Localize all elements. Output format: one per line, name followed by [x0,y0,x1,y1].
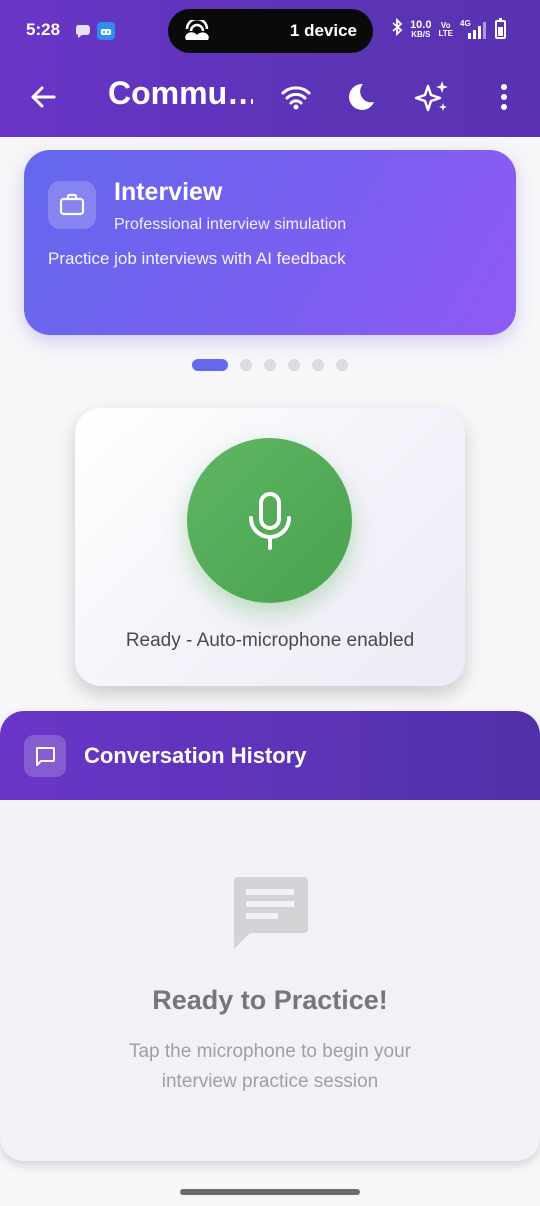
battery-icon [495,18,506,39]
chat-icon-box [24,735,66,777]
bluetooth-icon [391,17,403,41]
carousel-dot[interactable] [240,359,252,371]
dark-mode-button[interactable] [341,78,379,116]
ai-features-button[interactable] [413,78,451,116]
hotspot-device-count: 1 device [289,21,357,40]
interview-mode-card[interactable]: Interview Professional interview simulat… [24,150,516,335]
carousel-dot[interactable] [312,359,324,371]
system-indicators: 10.0 KB/S Vo LTE 4G [391,17,506,41]
volte-indicator: Vo LTE [438,21,453,38]
app-bar: Commu… [0,62,540,137]
mode-icon-box [48,181,96,229]
net-speed-unit: KB/S [411,30,431,39]
mode-subtitle: Professional interview simulation [114,216,347,233]
back-button[interactable] [26,80,60,114]
chat-bubble-icon [74,22,92,45]
moon-icon [349,83,374,110]
status-bar: 5:28 1 device 10.0 KB/S Vo LTE 4G [0,0,540,62]
history-header: Conversation History [0,711,540,800]
hotspot-icon [184,17,210,47]
android-app-icon [97,22,115,45]
signal-icon: 4G [460,19,488,40]
page-title: Commu… [108,75,253,111]
carousel-indicator [192,359,348,371]
wifi-button[interactable] [277,78,315,116]
empty-state-title: Ready to Practice! [152,985,388,1015]
carousel-dot[interactable] [264,359,276,371]
status-time: 5:28 [26,20,61,39]
microphone-button[interactable] [187,438,352,603]
conversation-history-panel: Conversation History Ready to Practice! … [0,711,540,1161]
wifi-icon [281,86,311,110]
more-options-button[interactable] [485,78,523,116]
empty-state-description: Tap the microphone to begin your intervi… [128,1041,411,1092]
top-bar: 5:28 1 device 10.0 KB/S Vo LTE 4G Commu… [0,0,540,137]
chat-icon [36,747,55,766]
mode-description: Practice job interviews with AI feedback [48,249,346,268]
microphone-card: Ready - Auto-microphone enabled [75,408,465,686]
microphone-status: Ready - Auto-microphone enabled [125,630,415,651]
volte-bottom: LTE [438,28,453,38]
carousel-dot[interactable] [288,359,300,371]
carousel-dot-active[interactable] [192,359,228,371]
microphone-icon [248,491,291,550]
arrow-left-icon [31,86,56,108]
net-speed: 10.0 KB/S [410,20,431,39]
briefcase-icon [59,193,85,216]
history-title: Conversation History [84,743,307,768]
mode-title: Interview [114,178,223,206]
more-vert-icon [501,84,507,110]
hotspot-indicator[interactable]: 1 device [168,9,373,53]
message-icon [230,873,310,958]
sparkles-icon [414,81,448,112]
home-indicator[interactable] [180,1189,360,1195]
carousel-dot[interactable] [336,359,348,371]
